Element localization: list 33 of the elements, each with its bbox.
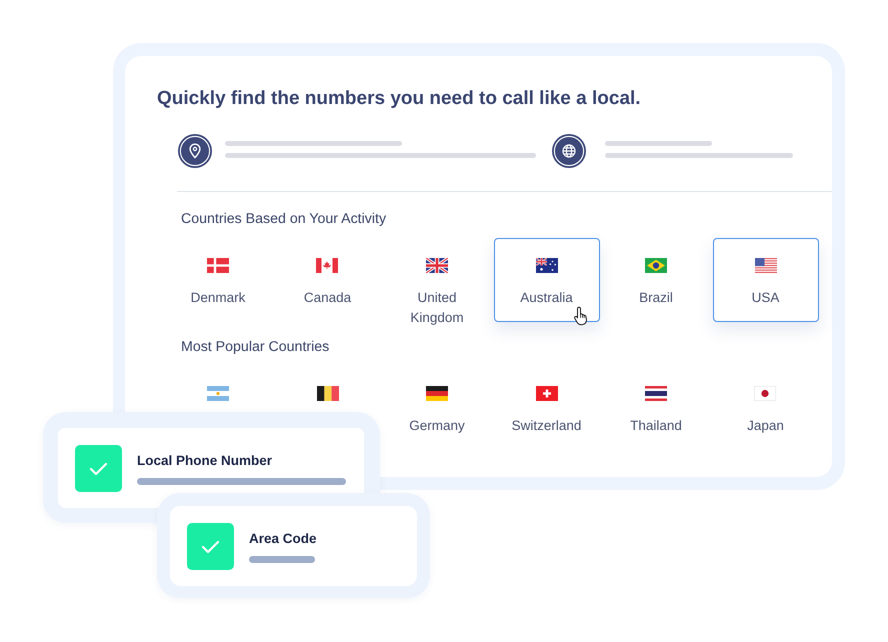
flag-icon xyxy=(316,386,338,401)
country-tile[interactable]: United Kingdom xyxy=(396,258,478,328)
checkbox-icon[interactable] xyxy=(74,444,122,492)
flag-icon xyxy=(644,258,667,273)
flag-icon xyxy=(426,258,448,273)
section-title: Countries Based on Your Activity xyxy=(181,211,386,227)
headline: Quickly find the numbers you need to call like a local. xyxy=(157,87,641,111)
flag-icon xyxy=(316,258,338,273)
globe-icon[interactable] xyxy=(552,134,586,168)
flag-icon xyxy=(207,386,229,401)
flag-icon xyxy=(644,386,667,401)
flag-icon xyxy=(536,386,558,401)
country-tile[interactable]: Denmark xyxy=(190,258,246,308)
country-tile[interactable]: Brazil xyxy=(639,258,673,308)
location-pin-icon[interactable] xyxy=(178,134,212,168)
flag-icon xyxy=(754,386,776,401)
country-tile[interactable] xyxy=(207,386,229,401)
text-placeholder-bar xyxy=(249,556,315,562)
country-tile[interactable]: Switzerland xyxy=(512,386,582,436)
flag-icon xyxy=(536,258,558,272)
flag-icon xyxy=(754,258,776,272)
country-tile[interactable]: Canada xyxy=(304,258,352,308)
country-tile[interactable]: USA xyxy=(712,238,818,322)
country-tile[interactable]: Japan xyxy=(747,386,784,436)
feature-label: Area Code xyxy=(249,530,317,548)
country-tile[interactable]: Germany xyxy=(409,386,465,436)
flag-icon xyxy=(426,386,448,401)
checkbox-icon[interactable] xyxy=(186,522,234,570)
flag-icon xyxy=(206,258,229,273)
country-tile[interactable] xyxy=(316,386,338,401)
section-title: Most Popular Countries xyxy=(181,339,330,355)
country-tile[interactable]: Thailand xyxy=(630,386,682,436)
feature-label: Local Phone Number xyxy=(137,452,272,470)
